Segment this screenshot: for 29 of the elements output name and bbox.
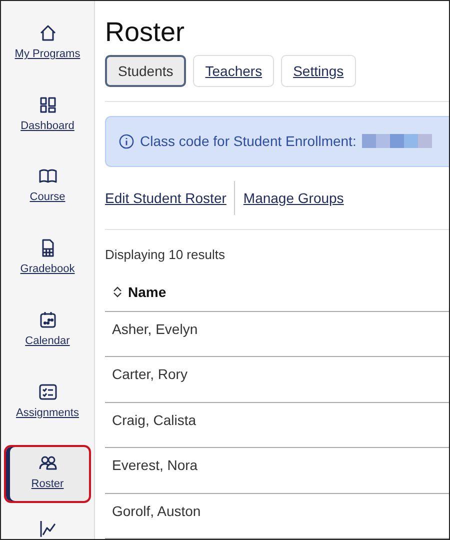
banner-text: Class code for Student Enrollment: <box>140 133 356 150</box>
action-link[interactable]: Edit Student Roster <box>105 190 234 206</box>
result-count: Displaying 10 results <box>105 246 226 262</box>
home-icon <box>38 23 58 43</box>
sort-icon[interactable] <box>113 286 122 298</box>
nav-item[interactable]: Assignments <box>4 374 91 432</box>
table-cell: Carter, Rory <box>112 366 188 382</box>
table-cell: Asher, Evelyn <box>112 320 198 337</box>
info-icon <box>119 134 134 149</box>
nav-item[interactable]: Calendar <box>4 302 91 360</box>
checklist-icon <box>38 382 58 402</box>
dashboard-icon <box>38 94 58 115</box>
tab[interactable]: Students <box>105 55 186 87</box>
nav-item[interactable]: Dashboard <box>4 86 91 144</box>
nav-item[interactable]: Gradebook <box>4 230 91 288</box>
redacted-code-drawing <box>362 134 432 148</box>
tab[interactable]: Teachers <box>193 55 274 87</box>
nav-item[interactable]: My Programs <box>4 15 91 73</box>
table-cell: Craig, Calista <box>112 412 196 428</box>
calendar-icon <box>38 310 58 330</box>
table-cell: Everest, Nora <box>112 457 198 474</box>
table-cell: Gorolf, Auston <box>112 502 201 519</box>
nav-item[interactable]: Roster <box>4 445 91 504</box>
action-link[interactable]: Manage Groups <box>243 190 352 206</box>
line-chart-icon[interactable] <box>38 519 58 539</box>
nav-item[interactable]: Course <box>4 158 91 216</box>
page-title: Roster <box>105 16 186 49</box>
column-header[interactable]: Name <box>128 284 166 300</box>
tab[interactable]: Settings <box>281 55 356 87</box>
